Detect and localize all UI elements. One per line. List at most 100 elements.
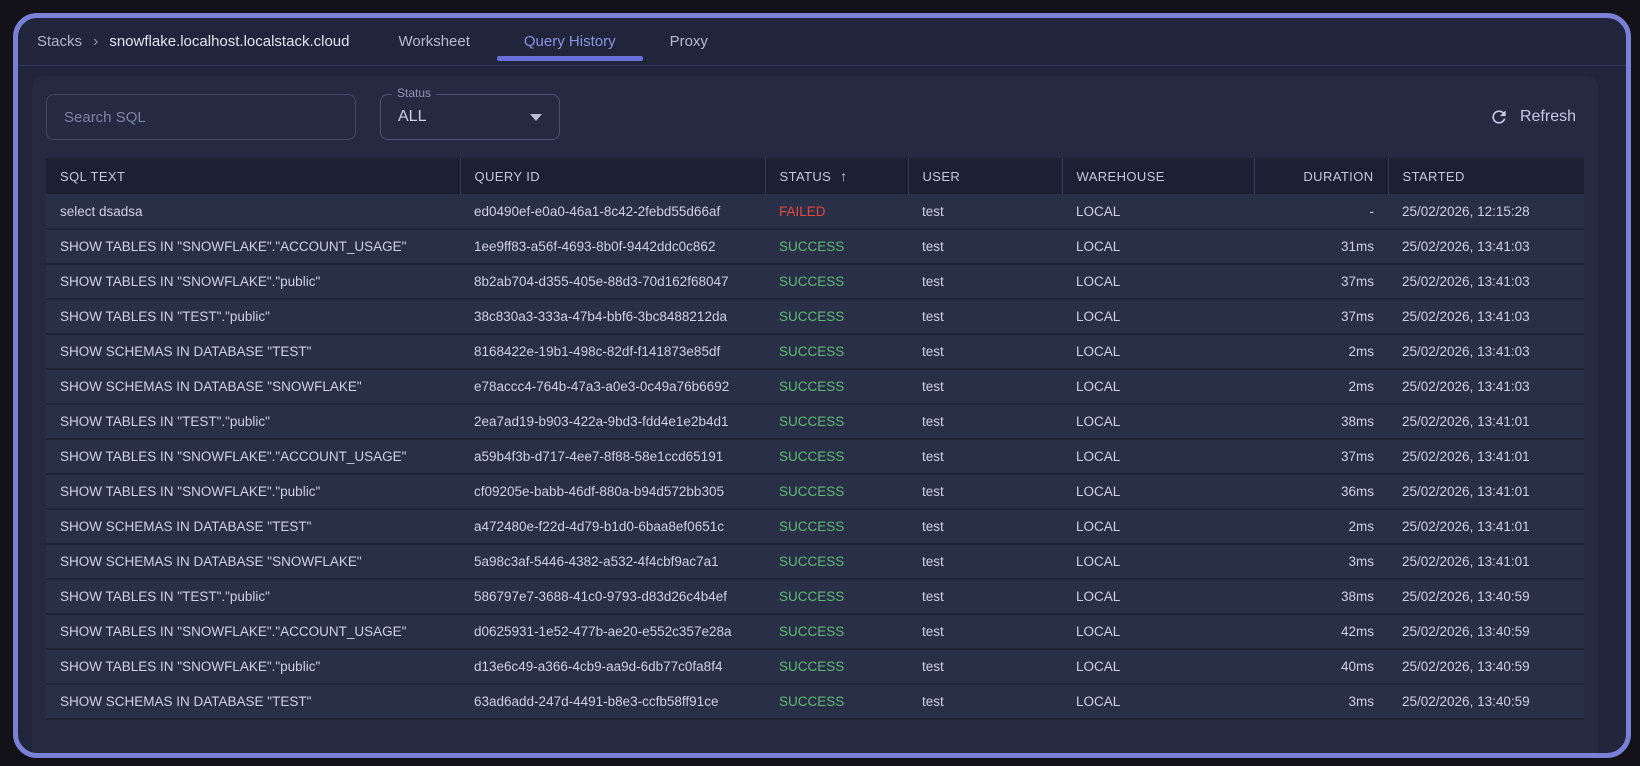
sql-text-cell: SHOW TABLES IN "SNOWFLAKE"."ACCOUNT_USAG…	[46, 614, 460, 650]
query-id-cell: 1ee9ff83-a56f-4693-8b0f-9442ddc0c862	[460, 229, 765, 265]
table-row[interactable]: SHOW TABLES IN "SNOWFLAKE"."ACCOUNT_USAG…	[46, 614, 1584, 650]
sql-text-cell: SHOW TABLES IN "SNOWFLAKE"."public"	[46, 264, 460, 300]
column-header-warehouse[interactable]: WAREHOUSE	[1061, 158, 1254, 194]
search-input[interactable]	[46, 94, 356, 140]
query-id-cell: 38c830a3-333a-47b4-bbf6-3bc8488212da	[460, 299, 765, 335]
started-cell: 25/02/2026, 13:41:03	[1388, 369, 1584, 405]
column-header-started[interactable]: STARTED	[1387, 158, 1584, 194]
status-select-value: ALL	[398, 108, 427, 125]
column-header-query-id[interactable]: QUERY ID	[459, 158, 765, 194]
warehouse-cell: LOCAL	[1062, 544, 1254, 580]
status-cell: SUCCESS	[765, 299, 908, 335]
started-cell: 25/02/2026, 13:41:03	[1388, 299, 1584, 335]
warehouse-cell: LOCAL	[1062, 264, 1254, 300]
duration-cell: 37ms	[1254, 439, 1388, 475]
warehouse-cell: LOCAL	[1062, 649, 1254, 685]
started-cell: 25/02/2026, 13:41:01	[1388, 439, 1584, 475]
breadcrumb-stack-name: snowflake.localhost.localstack.cloud	[109, 33, 350, 50]
status-cell: SUCCESS	[765, 404, 908, 440]
status-cell: SUCCESS	[765, 334, 908, 370]
table-row[interactable]: select dsadsa ed0490ef-e0a0-46a1-8c42-2fe…	[46, 194, 1584, 230]
refresh-button[interactable]: Refresh	[1489, 94, 1584, 140]
sql-text-cell: SHOW TABLES IN "SNOWFLAKE"."ACCOUNT_USAG…	[46, 439, 460, 475]
column-header-user[interactable]: USER	[907, 158, 1062, 194]
user-cell: test	[908, 404, 1062, 440]
status-cell: SUCCESS	[765, 509, 908, 545]
sql-text-cell: select dsadsa	[46, 194, 460, 230]
table-row[interactable]: SHOW TABLES IN "SNOWFLAKE"."ACCOUNT_USAG…	[46, 439, 1584, 475]
table-row[interactable]: SHOW TABLES IN "TEST"."public" 586797e7-3…	[46, 579, 1584, 615]
duration-cell: 40ms	[1254, 649, 1388, 685]
breadcrumb-stacks-link[interactable]: Stacks	[37, 33, 82, 50]
sql-text-cell: SHOW SCHEMAS IN DATABASE "SNOWFLAKE"	[46, 369, 460, 405]
status-cell: SUCCESS	[765, 684, 908, 720]
query-id-cell: 586797e7-3688-41c0-9793-d83d26c4b4ef	[460, 579, 765, 615]
duration-cell: 37ms	[1254, 264, 1388, 300]
query-table-body: select dsadsa ed0490ef-e0a0-46a1-8c42-2fe…	[46, 194, 1584, 720]
sort-ascending-icon[interactable]: ↑	[840, 168, 847, 184]
warehouse-cell: LOCAL	[1062, 194, 1254, 230]
query-id-cell: cf09205e-babb-46df-880a-b94d572bb305	[460, 474, 765, 510]
started-cell: 25/02/2026, 13:40:59	[1388, 649, 1584, 685]
query-id-cell: e78accc4-764b-47a3-a0e3-0c49a76b6692	[460, 369, 765, 405]
table-row[interactable]: SHOW SCHEMAS IN DATABASE "TEST" 63ad6add-…	[46, 684, 1584, 720]
sql-text-cell: SHOW TABLES IN "SNOWFLAKE"."public"	[46, 649, 460, 685]
user-cell: test	[908, 649, 1062, 685]
query-id-cell: a472480e-f22d-4d79-b1d0-6baa8ef0651c	[460, 509, 765, 545]
status-cell: SUCCESS	[765, 264, 908, 300]
status-cell: SUCCESS	[765, 439, 908, 475]
table-row[interactable]: SHOW TABLES IN "SNOWFLAKE"."public" cf092…	[46, 474, 1584, 510]
sql-text-cell: SHOW TABLES IN "SNOWFLAKE"."public"	[46, 474, 460, 510]
refresh-button-label: Refresh	[1519, 108, 1576, 125]
user-cell: test	[908, 334, 1062, 370]
duration-cell: 3ms	[1254, 684, 1388, 720]
user-cell: test	[908, 509, 1062, 545]
started-cell: 25/02/2026, 13:41:01	[1388, 404, 1584, 440]
table-row[interactable]: SHOW TABLES IN "TEST"."public" 38c830a3-3…	[46, 299, 1584, 335]
status-cell: FAILED	[765, 194, 908, 230]
chevron-down-icon	[530, 113, 542, 121]
user-cell: test	[908, 194, 1062, 230]
status-cell: SUCCESS	[765, 614, 908, 650]
table-row[interactable]: SHOW SCHEMAS IN DATABASE "TEST" 8168422e-…	[46, 334, 1584, 370]
status-select[interactable]: Status ALL	[380, 86, 560, 140]
warehouse-cell: LOCAL	[1062, 614, 1254, 650]
sql-text-cell: SHOW SCHEMAS IN DATABASE "TEST"	[46, 684, 460, 720]
sql-text-cell: SHOW TABLES IN "TEST"."public"	[46, 299, 460, 335]
user-cell: test	[908, 579, 1062, 615]
table-row[interactable]: SHOW TABLES IN "SNOWFLAKE"."public" d13e6…	[46, 649, 1584, 685]
user-cell: test	[908, 544, 1062, 580]
column-header-sql-text[interactable]: SQL TEXT	[46, 158, 460, 194]
table-row[interactable]: SHOW TABLES IN "SNOWFLAKE"."ACCOUNT_USAG…	[46, 229, 1584, 265]
query-id-cell: 8b2ab704-d355-405e-88d3-70d162f68047	[460, 264, 765, 300]
query-id-cell: d13e6c49-a366-4cb9-aa9d-6db77c0fa8f4	[460, 649, 765, 685]
column-header-status[interactable]: STATUS ↑	[764, 158, 908, 194]
warehouse-cell: LOCAL	[1062, 439, 1254, 475]
started-cell: 25/02/2026, 13:40:59	[1388, 684, 1584, 720]
started-cell: 25/02/2026, 13:41:03	[1388, 334, 1584, 370]
status-select-label: Status	[392, 86, 437, 100]
query-id-cell: 63ad6add-247d-4491-b8e3-ccfb58ff91ce	[460, 684, 765, 720]
duration-cell: -	[1254, 194, 1388, 230]
sql-text-cell: SHOW TABLES IN "SNOWFLAKE"."ACCOUNT_USAG…	[46, 229, 460, 265]
user-cell: test	[908, 229, 1062, 265]
warehouse-cell: LOCAL	[1062, 509, 1254, 545]
duration-cell: 2ms	[1254, 369, 1388, 405]
table-row[interactable]: SHOW SCHEMAS IN DATABASE "TEST" a472480e-…	[46, 509, 1584, 545]
tab-query-history[interactable]: Query History	[496, 18, 643, 65]
status-cell: SUCCESS	[765, 369, 908, 405]
table-row[interactable]: SHOW TABLES IN "TEST"."public" 2ea7ad19-b…	[46, 404, 1584, 440]
table-row[interactable]: SHOW SCHEMAS IN DATABASE "SNOWFLAKE" e78a…	[46, 369, 1584, 405]
duration-cell: 38ms	[1254, 579, 1388, 615]
tab-worksheet[interactable]: Worksheet	[371, 18, 496, 65]
query-id-cell: 5a98c3af-5446-4382-a532-4f4cbf9ac7a1	[460, 544, 765, 580]
duration-cell: 38ms	[1254, 404, 1388, 440]
warehouse-cell: LOCAL	[1062, 404, 1254, 440]
tab-bar: Worksheet Query History Proxy	[371, 18, 734, 65]
duration-cell: 2ms	[1254, 509, 1388, 545]
tab-proxy[interactable]: Proxy	[643, 18, 735, 65]
table-row[interactable]: SHOW TABLES IN "SNOWFLAKE"."public" 8b2ab…	[46, 264, 1584, 300]
started-cell: 25/02/2026, 13:41:01	[1388, 474, 1584, 510]
column-header-duration[interactable]: DURATION	[1253, 158, 1388, 194]
table-row[interactable]: SHOW SCHEMAS IN DATABASE "SNOWFLAKE" 5a98…	[46, 544, 1584, 580]
